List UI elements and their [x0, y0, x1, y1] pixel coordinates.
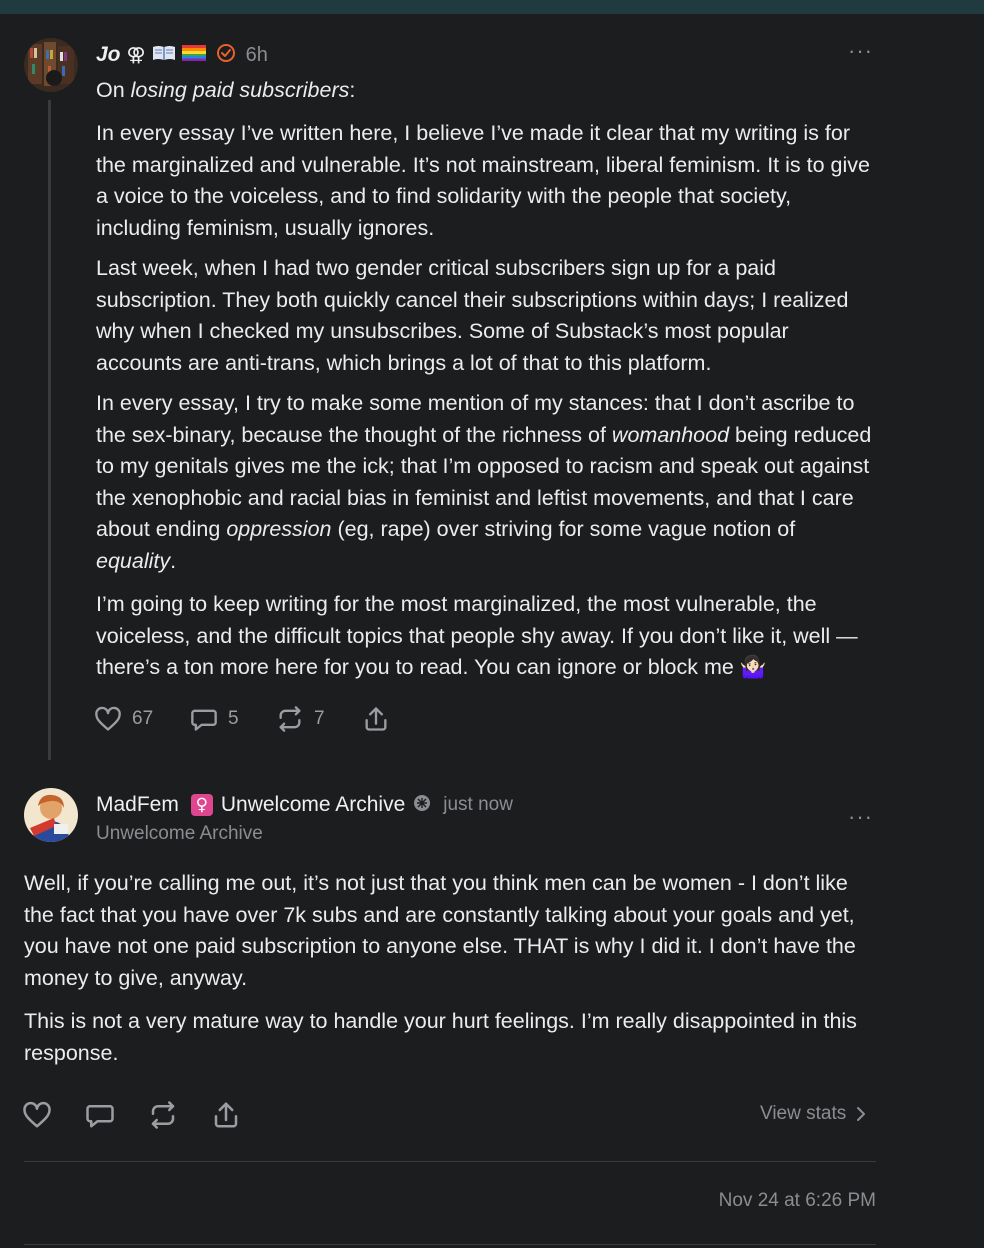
female-sign-icon: ♀	[190, 794, 213, 816]
post-header: MadFem ♀ Unwelcome Archive just now	[96, 791, 513, 819]
post-body: Well, if you’re calling me out, it’s not…	[24, 868, 876, 1069]
restack-count: 7	[314, 708, 325, 729]
intro-prefix: On	[96, 78, 131, 102]
paragraph: This is not a very mature way to handle …	[24, 1009, 857, 1065]
author-name[interactable]: MadFem	[96, 793, 179, 817]
text-run-italic: womanhood	[611, 422, 730, 447]
intro-suffix: :	[349, 78, 356, 102]
thread-line	[48, 100, 51, 760]
share-icon	[365, 707, 387, 731]
share-icon	[214, 1102, 238, 1128]
divider	[24, 1161, 876, 1162]
restack-icon	[151, 1101, 175, 1129]
paragraph: Well, if you’re calling me out, it’s not…	[24, 871, 856, 990]
post-body: In every essay I’ve written here, I beli…	[96, 118, 876, 684]
paragraph: Last week, when I had two gender critica…	[96, 256, 849, 375]
post-actions	[22, 1100, 241, 1130]
share-button[interactable]	[362, 705, 390, 733]
restack-button[interactable]	[148, 1100, 211, 1130]
avatar[interactable]	[24, 38, 78, 92]
like-button[interactable]	[22, 1100, 85, 1130]
verified-icon	[216, 43, 236, 68]
post-actions: 67 5 7	[94, 705, 390, 733]
more-icon[interactable]: ···	[848, 38, 873, 64]
paragraph: In every essay I’ve written here, I beli…	[96, 121, 870, 240]
share-button[interactable]	[211, 1100, 241, 1130]
chevron-right-icon	[857, 1107, 866, 1121]
post-time: just now	[443, 794, 513, 815]
comment-icon	[191, 709, 217, 731]
avatar[interactable]	[24, 788, 78, 842]
text-run: (eg, rape) over striving for some vague …	[331, 517, 796, 541]
paragraph: In every essay, I try to make some menti…	[96, 388, 876, 577]
author-name[interactable]: Jo	[96, 43, 121, 67]
post-timestamp: Nov 24 at 6:26 PM	[718, 1190, 876, 1211]
heart-icon	[95, 706, 121, 731]
view-stats-link[interactable]: View stats	[760, 1103, 868, 1125]
like-count: 67	[132, 708, 154, 729]
divider	[24, 1244, 876, 1245]
book-icon	[152, 44, 176, 67]
restack-button[interactable]: 7	[276, 705, 362, 733]
badge-symbol: ⚢	[126, 44, 146, 66]
heart-icon	[23, 1101, 51, 1128]
top-bar	[0, 0, 984, 14]
post-intro: On losing paid subscribers:	[96, 75, 876, 107]
text-run-italic: oppression	[226, 517, 332, 541]
text-run: .	[170, 548, 177, 573]
view-stats-label: View stats	[760, 1103, 847, 1124]
paragraph: I’m going to keep writing for the most m…	[96, 592, 858, 679]
like-button[interactable]: 67	[94, 705, 190, 733]
post-time: 6h	[245, 43, 268, 66]
female-sign-glyph: ♀	[195, 795, 209, 815]
more-icon[interactable]: ···	[848, 804, 873, 830]
publication-icon	[413, 794, 431, 817]
intro-italic: losing paid subscribers	[130, 78, 350, 102]
post-header: Jo ⚢ 6h	[96, 41, 268, 69]
comment-button[interactable]	[85, 1100, 148, 1130]
publication-name[interactable]: Unwelcome Archive	[221, 793, 405, 817]
comment-icon	[86, 1105, 114, 1128]
comment-count: 5	[228, 708, 239, 729]
rainbow-flag-icon	[181, 44, 206, 66]
comment-button[interactable]: 5	[190, 705, 276, 733]
text-run-italic: equality	[96, 548, 171, 573]
post-subtitle[interactable]: Unwelcome Archive	[96, 823, 263, 845]
restack-icon	[279, 706, 301, 732]
